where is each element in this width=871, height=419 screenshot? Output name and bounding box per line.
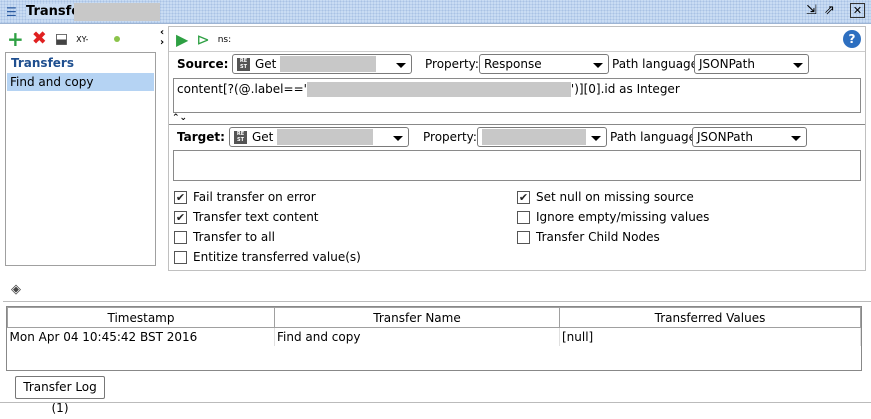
timestamp-cell: Mon Apr 04 10:45:42 BST 2016 — [7, 327, 275, 346]
checkbox-unchecked-icon — [517, 230, 530, 244]
redacted — [306, 82, 571, 97]
target-label: Target: — [177, 130, 225, 144]
transfer-child-nodes-checkbox[interactable]: Transfer Child Nodes — [517, 230, 709, 244]
checkbox-unchecked-icon — [174, 250, 187, 264]
checkbox-checked-icon: ✔ — [517, 190, 530, 204]
stamp-icon[interactable]: ⬓ — [55, 31, 68, 47]
source-property-label: Property: — [425, 57, 479, 71]
transfer-icon: ☰ — [6, 5, 17, 19]
checkbox-unchecked-icon — [517, 210, 530, 224]
transfer-to-all-checkbox[interactable]: Transfer to all — [174, 230, 361, 244]
status-dot-icon — [114, 36, 121, 42]
splitter-arrows-icon[interactable]: ⌃⌄ — [172, 113, 187, 123]
checkbox-label: Set null on missing source — [536, 190, 694, 204]
transferred-values-cell: [null] — [559, 327, 861, 346]
eraser-icon[interactable]: ◈ — [11, 282, 21, 297]
checkbox-label: Transfer Child Nodes — [536, 230, 660, 244]
source-property-value: Response — [484, 57, 542, 71]
target-step-select[interactable]: RE ST Get — [229, 127, 409, 147]
namespace-button[interactable]: ns: — [218, 35, 231, 45]
transfer-text-content-checkbox[interactable]: ✔ Transfer text content — [174, 210, 361, 224]
column-header-transfer-name[interactable]: Transfer Name — [274, 307, 560, 328]
minimize-icon[interactable]: ⇲ — [806, 3, 817, 18]
source-property-select[interactable]: Response — [479, 54, 609, 74]
maximize-icon[interactable]: ⇗ — [824, 3, 835, 18]
table-row[interactable]: Mon Apr 04 10:45:42 BST 2016 Find and co… — [7, 327, 861, 346]
help-icon[interactable]: ? — [843, 30, 861, 48]
source-expression-input[interactable]: content[?(@.label==' ')][0].id as Integer — [173, 78, 861, 113]
checkbox-label: Ignore empty/missing values — [536, 210, 710, 224]
source-step-select[interactable]: RE ST Get — [232, 54, 412, 74]
checkbox-label: Entitize transferred value(s) — [193, 250, 361, 264]
transfers-list: Transfers Find and copy — [5, 52, 156, 266]
target-property-label: Property: — [423, 130, 477, 144]
rest-icon: RE ST — [234, 130, 247, 144]
delete-icon[interactable]: ✖ — [32, 30, 47, 48]
target-property-select[interactable] — [477, 127, 607, 147]
entitize-values-checkbox[interactable]: Entitize transferred value(s) — [174, 250, 361, 264]
redacted-title — [74, 3, 160, 21]
checkbox-label: Transfer text content — [193, 210, 319, 224]
transfer-log-table: Timestamp Transfer Name Transferred Valu… — [6, 306, 862, 371]
checkbox-checked-icon: ✔ — [174, 210, 187, 224]
column-header-transferred-values[interactable]: Transferred Values — [559, 307, 861, 328]
ignore-empty-values-checkbox[interactable]: Ignore empty/missing values — [517, 210, 709, 224]
column-header-timestamp[interactable]: Timestamp — [7, 307, 275, 328]
transfer-name-cell: Find and copy — [274, 327, 560, 346]
checkbox-label: Transfer to all — [193, 230, 275, 244]
close-icon[interactable]: ✕ — [850, 3, 865, 18]
source-expression-suffix: ')][0].id as Integer — [570, 82, 680, 96]
transfers-header: Transfers — [11, 56, 74, 70]
redacted — [277, 129, 374, 145]
xy-button[interactable]: XY- — [76, 35, 88, 44]
target-step-value: Get — [252, 130, 274, 144]
source-label: Source: — [177, 57, 229, 71]
checkbox-label: Fail transfer on error — [193, 190, 316, 204]
list-item[interactable]: Find and copy — [7, 73, 154, 91]
transfer-log-tab[interactable]: Transfer Log (1) — [15, 376, 105, 415]
checkbox-unchecked-icon — [174, 230, 187, 244]
target-path-language-value: JSONPath — [697, 130, 753, 144]
add-icon[interactable]: + — [7, 29, 24, 49]
run-all-icon[interactable]: ⊳ — [196, 30, 209, 49]
redacted — [482, 129, 586, 145]
collapse-arrows-icon[interactable]: ‹ › — [160, 28, 164, 48]
set-null-on-missing-source-checkbox[interactable]: ✔ Set null on missing source — [517, 190, 709, 204]
target-path-language-select[interactable]: JSONPath — [692, 127, 807, 147]
redacted — [280, 56, 377, 72]
fail-transfer-on-error-checkbox[interactable]: ✔ Fail transfer on error — [174, 190, 361, 204]
checkbox-checked-icon: ✔ — [174, 190, 187, 204]
source-expression-prefix: content[?(@.label==' — [177, 82, 307, 96]
source-path-language-label: Path language: — [612, 57, 703, 71]
rest-icon: RE ST — [237, 57, 250, 71]
source-step-value: Get — [255, 57, 277, 71]
target-path-language-label: Path language: — [610, 130, 701, 144]
run-icon[interactable]: ▶ — [176, 30, 188, 49]
target-expression-input[interactable] — [173, 150, 861, 181]
source-path-language-select[interactable]: JSONPath — [694, 54, 809, 74]
table-header: Timestamp Transfer Name Transferred Valu… — [7, 307, 861, 328]
source-path-language-value: JSONPath — [699, 57, 755, 71]
